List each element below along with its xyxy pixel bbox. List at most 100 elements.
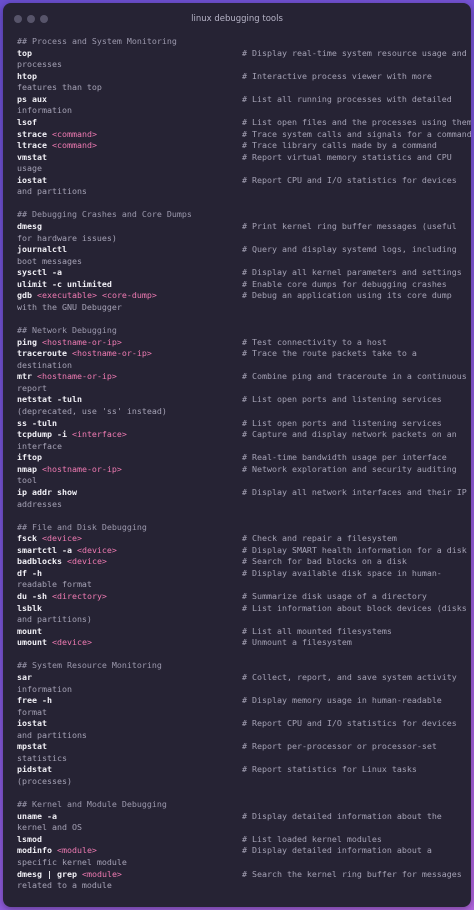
command-name: lsblk — [17, 602, 42, 613]
command-argument: <hostname-or-ip> — [71, 348, 152, 359]
comment-continuation: format — [17, 706, 47, 717]
command-comment: # Display all kernel parameters and sett… — [242, 267, 462, 278]
command-name: ltrace — [17, 140, 47, 151]
command-comment: # Test connectivity to a host — [242, 336, 387, 347]
comment-continuation: addresses — [17, 498, 62, 509]
command-comment: # Check and repair a filesystem — [242, 533, 397, 544]
command-comment: # Summarize disk usage of a directory — [242, 591, 427, 601]
comment-continuation: processes — [17, 59, 62, 70]
command-argument: <device> — [41, 533, 82, 544]
comment-continuation: and partitions) — [17, 614, 92, 625]
command-argument: <hostname-or-ip> — [41, 463, 122, 474]
command-argument: <executable> — [37, 290, 97, 301]
command-line: df -h # Display available disk space in h… — [17, 568, 463, 580]
command-line: ss -tuln # List open ports and listening … — [17, 418, 463, 430]
command-comment: # Display memory usage in human-readable — [242, 695, 442, 706]
comment-continuation: related to a module — [17, 880, 112, 891]
comment-continuation: usage — [17, 163, 42, 174]
command-name: lsmod — [17, 833, 42, 844]
comment-continuation: features than top — [17, 82, 102, 93]
section-heading: ## System Resource Monitoring — [17, 660, 162, 671]
comment-continuation: (processes) — [17, 776, 72, 786]
terminal-window: linux debugging tools ## Process and Sys… — [3, 3, 471, 907]
command-comment: # Search the kernel ring buffer for mess… — [242, 868, 462, 879]
command-line: ping <hostname-or-ip> # Test connectivity… — [17, 337, 463, 349]
pipe-segment: grep — [56, 868, 77, 879]
command-line: traceroute <hostname-or-ip> # Trace the r… — [17, 348, 463, 360]
comment-continuation: specific kernel module — [17, 856, 127, 867]
command-name: tcpdump -i — [17, 429, 67, 440]
command-line: dmesg # Print kernel ring buffer messages… — [17, 221, 463, 233]
comment-continuation: statistics — [17, 752, 67, 763]
command-line: ltrace <command> # Trace library calls ma… — [17, 140, 463, 152]
command-comment: # Display SMART health information for a… — [242, 544, 467, 555]
command-name: ss -tuln — [17, 417, 57, 428]
command-name: iostat — [17, 174, 47, 185]
command-comment: # Report CPU and I/O statistics for devi… — [242, 718, 457, 729]
command-name: modinfo — [17, 845, 52, 856]
command-name: dmesg — [17, 221, 42, 231]
comment-continuation: interface — [17, 440, 62, 451]
command-name: ping — [17, 336, 37, 347]
terminal-content[interactable]: ## Process and System Monitoring top # Dis… — [17, 36, 471, 892]
command-name: ip addr show — [17, 486, 77, 497]
command-line: strace <command> # Trace system calls and… — [17, 128, 471, 141]
comment-continuation: information — [17, 105, 72, 116]
command-comment: # Real-time bandwidth usage per interfac… — [242, 452, 447, 463]
command-line: ps aux # List all running processes with … — [17, 94, 463, 106]
title-bar: linux debugging tools — [3, 3, 471, 33]
comment-continuation: (deprecated, use 'ss' instead) — [17, 406, 167, 416]
comment-continuation: destination — [17, 359, 72, 370]
command-comment: # Display all network interfaces and the… — [242, 486, 467, 497]
command-comment: # Unmount a filesystem — [242, 637, 352, 648]
command-name: htop — [17, 70, 37, 81]
command-name: uname -a — [17, 810, 57, 821]
command-argument: <command> — [51, 140, 97, 151]
command-name: iftop — [17, 452, 42, 463]
command-name: strace — [17, 128, 47, 139]
command-argument: <hostname-or-ip> — [37, 371, 117, 382]
command-comment: # Display detailed information about the — [242, 810, 442, 821]
command-line: umount <device> # Unmount a filesystem — [17, 637, 463, 649]
section-heading: ## Debugging Crashes and Core Dumps — [17, 209, 192, 220]
command-name: df -h — [17, 567, 42, 578]
command-line: pidstat # Report statistics for Linux tas… — [17, 764, 463, 776]
comment-continuation: report — [17, 382, 47, 393]
command-line: iostat # Report CPU and I/O statistics fo… — [17, 175, 463, 187]
command-comment: # Search for bad blocks on a disk — [242, 556, 407, 567]
command-name: sysctl -a — [17, 267, 62, 278]
command-comment: # List information about block devices (… — [242, 602, 467, 613]
command-name: gdb — [17, 290, 32, 301]
pipe-segment: | — [46, 868, 52, 879]
command-argument: <core-dump> — [101, 290, 157, 301]
comment-continuation: readable format — [17, 579, 92, 590]
command-argument: <device> — [76, 544, 117, 555]
command-line: uname -a # Display detailed information a… — [17, 811, 463, 823]
comment-continuation: and partitions — [17, 729, 87, 740]
command-name: umount — [17, 637, 47, 648]
command-comment: # List open ports and listening services — [242, 417, 442, 428]
command-name: vmstat — [17, 151, 47, 162]
command-comment: # Enable core dumps for debugging crashe… — [242, 278, 447, 289]
command-name: badblocks — [17, 556, 62, 567]
command-line: gdb <executable> <core-dump> # Debug an a… — [17, 290, 463, 302]
section-heading: ## Process and System Monitoring — [17, 36, 177, 46]
command-comment: # Combine ping and traceroute in a conti… — [242, 371, 467, 382]
command-name: smartctl -a — [17, 544, 72, 555]
command-comment: # List all running processes with detail… — [242, 93, 452, 104]
command-comment: # Print kernel ring buffer messages (use… — [242, 221, 457, 231]
command-comment: # Report CPU and I/O statistics for devi… — [242, 174, 457, 185]
command-line: mpstat # Report per-processor or processo… — [17, 741, 463, 753]
command-argument: <interface> — [71, 429, 127, 440]
command-line: iftop # Real-time bandwidth usage per int… — [17, 452, 463, 464]
command-name: iostat — [17, 718, 47, 729]
command-line: lsmod # List loaded kernel modules — [17, 834, 463, 846]
command-comment: # Report per-processor or processor-set — [242, 741, 437, 752]
command-name: nmap — [17, 463, 37, 474]
command-comment: # Report virtual memory statistics and C… — [242, 151, 452, 162]
section-heading: ## File and Disk Debugging — [17, 521, 147, 532]
command-line: fsck <device> # Check and repair a filesy… — [17, 533, 463, 545]
command-name: du -sh — [17, 591, 47, 601]
comment-continuation: kernel and OS — [17, 822, 82, 833]
